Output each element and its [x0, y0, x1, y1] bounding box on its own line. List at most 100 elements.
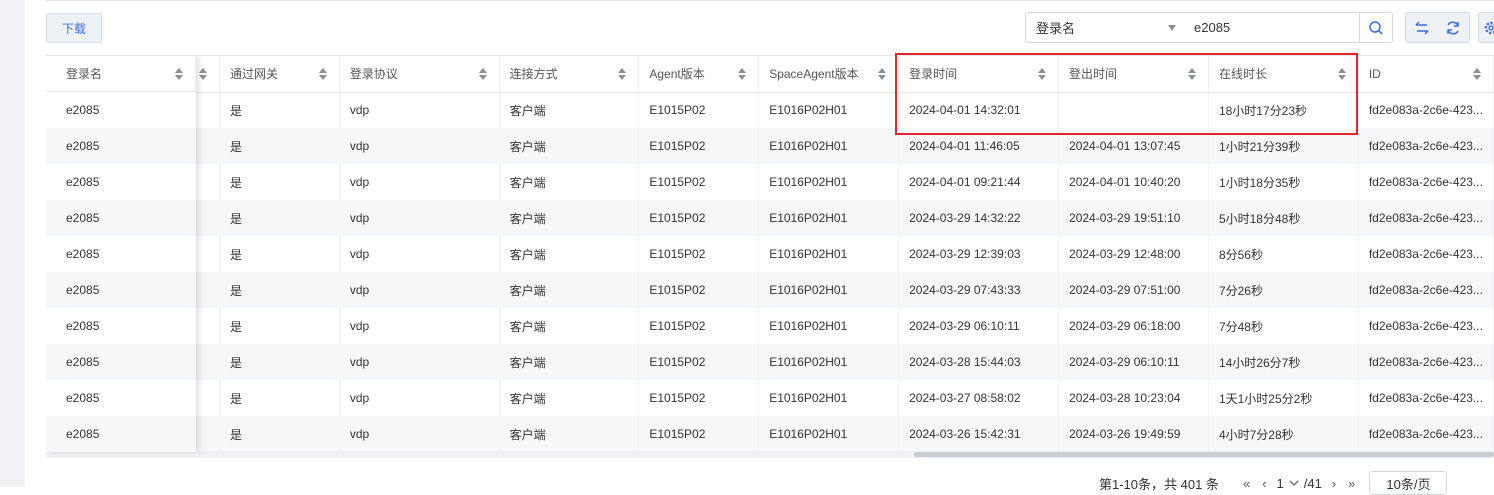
cell-protocol: vdp: [339, 200, 500, 236]
caret-down-icon: [1168, 25, 1176, 31]
cell-protocol: vdp: [339, 416, 500, 452]
cell-agent-version: E1015P02: [638, 344, 760, 380]
search-field-select[interactable]: 登录名: [1025, 12, 1185, 43]
horizontal-scrollbar[interactable]: [46, 451, 1494, 458]
cell-protocol: vdp: [339, 92, 500, 128]
cell-login-time: 2024-03-29 12:39:03: [898, 236, 1060, 272]
sort-icon[interactable]: [1337, 68, 1346, 80]
left-sidebar-strip: [0, 0, 25, 487]
download-button[interactable]: 下载: [46, 13, 102, 43]
cell-online-duration: 1天1小时25分2秒: [1208, 380, 1359, 416]
sort-icon[interactable]: [1038, 68, 1047, 80]
sort-icon[interactable]: [478, 68, 487, 80]
cell-spaceagent-version: E1016P02H01: [758, 380, 900, 416]
table-row[interactable]: 是 vdp 客户端 E1015P02 E1016P02H01 2024-03-29 07:…: [46, 272, 1494, 308]
cell-connection: 客户端: [499, 380, 640, 416]
table-row[interactable]: 是 vdp 客户端 E1015P02 E1016P02H01 2024-03-28 15:…: [46, 344, 1494, 380]
cell-login-name: e2085: [46, 128, 196, 164]
column-header-agent-version[interactable]: Agent版本: [638, 56, 760, 93]
cell-logout-time: 2024-03-29 19:51:10: [1058, 200, 1209, 236]
search-input[interactable]: [1184, 12, 1360, 43]
scrollbar-thumb[interactable]: [914, 452, 1494, 457]
cell-login-name: e2085: [46, 236, 196, 272]
first-page-button[interactable]: «: [1243, 476, 1250, 491]
search-button[interactable]: [1359, 12, 1393, 43]
next-page-button[interactable]: ›: [1332, 476, 1336, 491]
gear-icon: [1484, 21, 1494, 34]
cell-login-time: 2024-03-28 15:44:03: [898, 344, 1060, 380]
table-row[interactable]: 是 vdp 客户端 E1015P02 E1016P02H01 2024-04-01 09:…: [46, 164, 1494, 200]
refresh-button[interactable]: [1438, 13, 1470, 42]
cell-agent-version: E1015P02: [638, 308, 760, 344]
refresh-icon: [1447, 20, 1459, 35]
cell-login-time: 2024-04-01 09:21:44: [898, 164, 1060, 200]
page-selector[interactable]: 1 /41: [1277, 476, 1322, 491]
sort-icon[interactable]: [318, 68, 327, 80]
column-header-spaceagent-version[interactable]: SpaceAgent版本: [758, 56, 900, 93]
cell-spaceagent-version: E1016P02H01: [758, 92, 900, 128]
column-header-connection[interactable]: 连接方式: [499, 56, 640, 93]
column-header-protocol[interactable]: 登录协议: [339, 56, 500, 93]
table-row[interactable]: 是 vdp 客户端 E1015P02 E1016P02H01 2024-03-29 06:…: [46, 308, 1494, 344]
column-header-login-time[interactable]: 登录时间: [898, 56, 1060, 93]
table-row[interactable]: 是 vdp 客户端 E1015P02 E1016P02H01 2024-03-29 12:…: [46, 236, 1494, 272]
table-row[interactable]: 是 vdp 客户端 E1015P02 E1016P02H01 2024-03-27 08:…: [46, 380, 1494, 416]
cell-gateway: 是: [219, 380, 340, 416]
cell-id: fd2e083a-2c6e-423...: [1358, 416, 1494, 452]
table-row[interactable]: 是 vdp 客户端 E1015P02 E1016P02H01 2024-03-29 14:…: [46, 200, 1494, 236]
cell-agent-version: E1015P02: [638, 236, 760, 272]
cell-id: fd2e083a-2c6e-423...: [1358, 272, 1494, 308]
sort-icon[interactable]: [878, 68, 887, 80]
pagination: 第1-10条，共 401 条 « ‹ 1 /41 › » 10条/页: [1099, 471, 1448, 495]
sort-icon[interactable]: [1473, 68, 1481, 80]
swap-button[interactable]: [1406, 13, 1438, 42]
sort-icon[interactable]: [738, 68, 747, 80]
column-header-logout-time[interactable]: 登出时间: [1058, 56, 1209, 93]
cell-agent-version: E1015P02: [638, 380, 760, 416]
cell-login-name: e2085: [46, 380, 196, 416]
cell-spaceagent-version: E1016P02H01: [758, 272, 900, 308]
cell-login-time: 2024-04-01 11:46:05: [898, 128, 1060, 164]
sort-icon[interactable]: [1187, 68, 1196, 80]
cell-connection: 客户端: [499, 92, 640, 128]
cell-spaceagent-version: E1016P02H01: [758, 128, 900, 164]
cell-connection: 客户端: [499, 272, 640, 308]
cell-id: fd2e083a-2c6e-423...: [1358, 308, 1494, 344]
table-row[interactable]: 是 vdp 客户端 E1015P02 E1016P02H01 2024-03-26 15:…: [46, 416, 1494, 452]
cell-gateway: 是: [219, 236, 340, 272]
cell-id: fd2e083a-2c6e-423...: [1358, 200, 1494, 236]
cell-agent-version: E1015P02: [638, 128, 760, 164]
cell-logout-time: [1058, 92, 1209, 128]
table-row[interactable]: 是 vdp 客户端 E1015P02 E1016P02H01 2024-04-01 11:…: [46, 128, 1494, 164]
cell-online-duration: 4小时7分28秒: [1208, 416, 1359, 452]
cell-id: fd2e083a-2c6e-423...: [1358, 344, 1494, 380]
cell-login-name: e2085: [46, 272, 196, 308]
scrollable-table: 通过网关 登录协议 连接方式 Agent版本 SpaceAgent版本 登录时间…: [46, 56, 1494, 452]
column-header-online-duration[interactable]: 在线时长: [1208, 56, 1359, 93]
prev-page-button[interactable]: ‹: [1262, 476, 1266, 491]
settings-button[interactable]: [1478, 12, 1494, 43]
cell-logout-time: 2024-04-01 10:40:20: [1058, 164, 1209, 200]
last-page-button[interactable]: »: [1348, 476, 1355, 491]
cell-gateway: 是: [219, 164, 340, 200]
sort-icon[interactable]: [175, 68, 183, 80]
fixed-login-column: 登录名 e2085 e2085 e2085 e2085 e2085 e2085 e2085 e…: [46, 56, 196, 452]
sort-icon[interactable]: [199, 68, 208, 80]
cell-login-name: e2085: [46, 164, 196, 200]
cell-connection: 客户端: [499, 308, 640, 344]
cell-protocol: vdp: [339, 236, 500, 272]
column-header-gateway[interactable]: 通过网关: [219, 56, 340, 93]
cell-connection: 客户端: [499, 200, 640, 236]
table-row[interactable]: 是 vdp 客户端 E1015P02 E1016P02H01 2024-04-01 14:…: [46, 92, 1494, 128]
cell-id: fd2e083a-2c6e-423...: [1358, 164, 1494, 200]
cell-gateway: 是: [219, 344, 340, 380]
cell-logout-time: 2024-03-29 06:18:00: [1058, 308, 1209, 344]
cell-online-duration: 18小时17分23秒: [1208, 92, 1359, 128]
page-size-select[interactable]: 10条/页: [1369, 471, 1448, 495]
cell-gateway: 是: [219, 416, 340, 452]
cell-connection: 客户端: [499, 128, 640, 164]
sort-icon[interactable]: [618, 68, 627, 80]
column-header-id[interactable]: ID: [1358, 56, 1494, 93]
column-header-login-name[interactable]: 登录名: [46, 56, 196, 92]
cell-protocol: vdp: [339, 272, 500, 308]
